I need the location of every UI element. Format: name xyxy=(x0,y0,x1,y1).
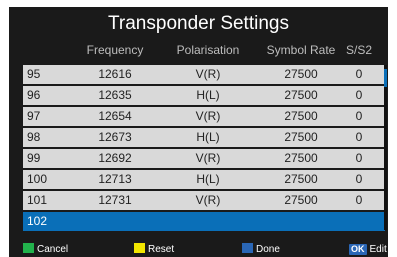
transponder-number: 100 xyxy=(27,172,48,186)
scrollbar[interactable] xyxy=(384,65,387,230)
frequency-value: 12713 xyxy=(98,172,132,186)
table-header: Frequency Polarisation Symbol Rate S/S2 xyxy=(23,43,385,63)
symbol-rate-value: 27500 xyxy=(284,88,318,102)
s-s2-value: 0 xyxy=(355,130,363,144)
s-s2-value: 0 xyxy=(355,67,363,81)
table-row[interactable]: 101 12731 V(R) 27500 0 xyxy=(23,191,385,210)
frequency-value: 12654 xyxy=(98,109,132,123)
table-row[interactable]: 99 12692 V(R) 27500 0 xyxy=(23,149,385,168)
frequency-value: 12731 xyxy=(98,193,132,207)
polarisation-value: V(R) xyxy=(195,109,221,123)
symbol-rate-value: 27500 xyxy=(284,193,318,207)
s-s2-value: 0 xyxy=(355,151,363,165)
transponder-number: 97 xyxy=(27,109,41,123)
symbol-rate-value: 27500 xyxy=(284,172,318,186)
polarisation-value: H(L) xyxy=(196,130,220,144)
cancel-button[interactable]: Cancel xyxy=(23,243,68,257)
transponder-number: 98 xyxy=(27,130,41,144)
table-row[interactable]: 97 12654 V(R) 27500 0 xyxy=(23,107,385,126)
s-s2-value: 0 xyxy=(355,172,363,186)
polarisation-value: V(R) xyxy=(195,193,221,207)
s-s2-value: 0 xyxy=(355,109,363,123)
table-row[interactable]: 100 12713 H(L) 27500 0 xyxy=(23,170,385,189)
transponder-list: 95 12616 V(R) 27500 0 96 12635 H(L) 2750… xyxy=(23,65,385,233)
frequency-value: 12635 xyxy=(98,88,132,102)
transponder-number: 99 xyxy=(27,151,41,165)
table-row[interactable]: 96 12635 H(L) 27500 0 xyxy=(23,86,385,105)
edit-label: Edit xyxy=(369,244,387,255)
table-row-selected[interactable]: 102 xyxy=(23,212,385,231)
column-header-frequency: Frequency xyxy=(86,43,144,57)
column-header-symbol-rate: Symbol Rate xyxy=(266,43,336,57)
yellow-key-icon xyxy=(134,243,145,253)
cancel-label: Cancel xyxy=(37,244,69,255)
transponder-number: 96 xyxy=(27,88,41,102)
s-s2-value: 0 xyxy=(355,193,363,207)
polarisation-value: H(L) xyxy=(196,172,220,186)
page-title: Transponder Settings xyxy=(108,13,289,34)
symbol-rate-value: 27500 xyxy=(284,151,318,165)
edit-button[interactable]: OK Edit xyxy=(349,243,387,257)
polarisation-value: V(R) xyxy=(195,67,221,81)
polarisation-value: V(R) xyxy=(195,151,221,165)
green-key-icon xyxy=(23,243,34,253)
symbol-rate-value: 27500 xyxy=(284,67,318,81)
done-button[interactable]: Done xyxy=(242,243,280,257)
table-row[interactable]: 95 12616 V(R) 27500 0 xyxy=(23,65,385,84)
column-header-s-s2: S/S2 xyxy=(345,43,372,57)
column-header-polarisation: Polarisation xyxy=(176,43,240,57)
transponder-settings-screen: Transponder Settings Frequency Polarisat… xyxy=(9,7,388,257)
s-s2-value: 0 xyxy=(355,88,363,102)
transponder-number: 101 xyxy=(27,193,48,207)
done-label: Done xyxy=(256,244,280,255)
transponder-number: 95 xyxy=(27,67,41,81)
ok-key-icon: OK xyxy=(349,244,367,255)
blue-key-icon xyxy=(242,243,253,253)
frequency-value: 12692 xyxy=(98,151,132,165)
polarisation-value: H(L) xyxy=(196,88,220,102)
reset-label: Reset xyxy=(148,244,175,255)
transponder-number: 102 xyxy=(27,214,48,228)
frequency-value: 12673 xyxy=(98,130,132,144)
symbol-rate-value: 27500 xyxy=(284,109,318,123)
frequency-value: 12616 xyxy=(98,67,132,81)
symbol-rate-value: 27500 xyxy=(284,130,318,144)
scrollbar-thumb[interactable] xyxy=(384,69,387,87)
table-row[interactable]: 98 12673 H(L) 27500 0 xyxy=(23,128,385,147)
footer-key-legend: Cancel Reset Done OK Edit xyxy=(9,243,388,257)
reset-button[interactable]: Reset xyxy=(134,243,174,257)
